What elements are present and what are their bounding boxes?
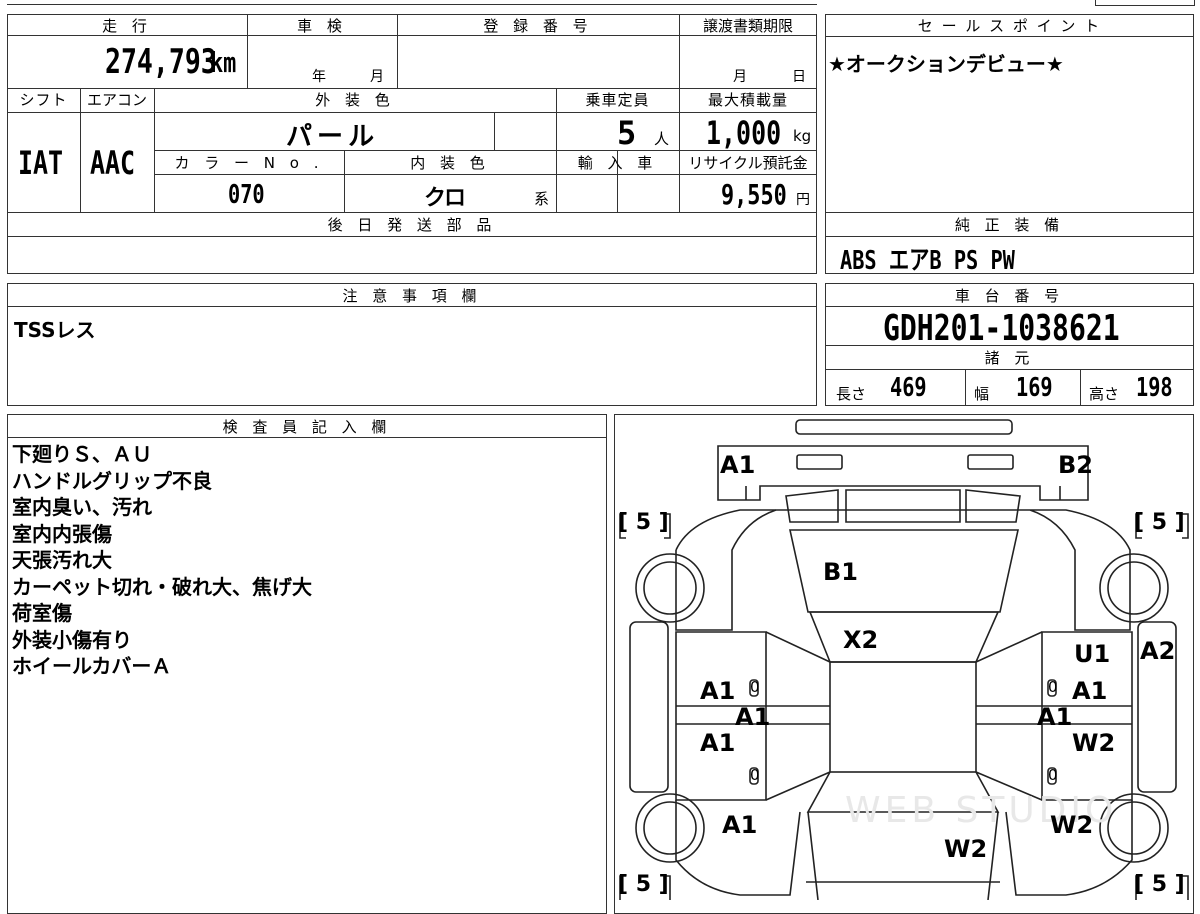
zero-lf: 0: [750, 678, 760, 696]
tire-fl: [ 5 ]: [618, 510, 669, 535]
mark-lf-door: A1: [700, 677, 736, 705]
mark-lr-quarter: A1: [722, 811, 758, 839]
mark-roof: X2: [843, 626, 879, 654]
zero-rf: 0: [1048, 678, 1058, 696]
mark-lr-door: A1: [700, 729, 736, 757]
mark-rf-door-upper: U1: [1074, 640, 1111, 668]
tire-fr: [ 5 ]: [1134, 510, 1185, 535]
mark-rr-quarter: W2: [1050, 811, 1094, 839]
tire-rl: [ 5 ]: [618, 872, 669, 897]
mark-left-sill: A1: [735, 703, 771, 731]
mark-front-right: B2: [1058, 451, 1093, 479]
mark-right-sill: A1: [1037, 703, 1073, 731]
tire-rr: [ 5 ]: [1134, 872, 1185, 897]
mark-rf-door: A1: [1072, 677, 1108, 705]
mark-front-left: A1: [720, 451, 756, 479]
mark-rr-door: W2: [1072, 729, 1116, 757]
zero-rr: 0: [1048, 766, 1058, 784]
mark-windshield: B1: [823, 558, 858, 586]
mark-rf-fender: A2: [1140, 637, 1176, 665]
car-diagram: [619, 419, 1189, 900]
zero-lr: 0: [750, 766, 760, 784]
mark-rear-center: W2: [944, 835, 988, 863]
